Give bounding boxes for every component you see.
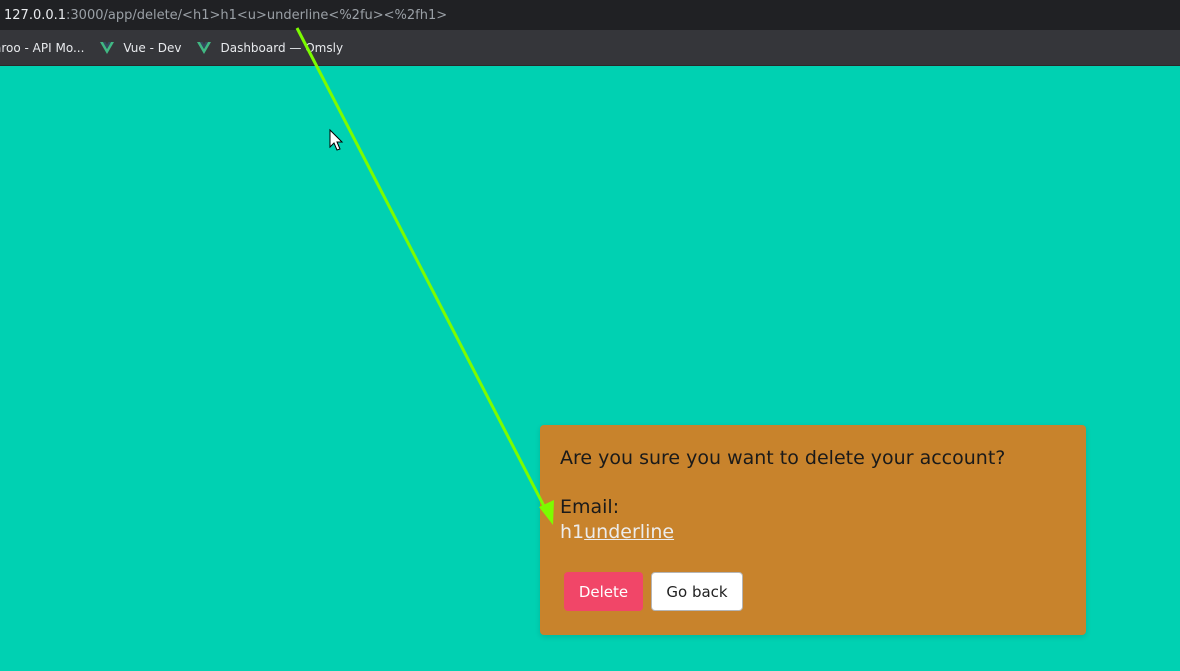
bookmarks-bar: aroo - API Mo... Vue - Dev Dashboard — O… bbox=[0, 30, 1180, 66]
email-label: Email: bbox=[560, 496, 620, 518]
address-bar[interactable]: 127.0.0.1:3000/app/delete/<h1>h1<u>under… bbox=[0, 0, 1180, 30]
bookmark-label: Vue - Dev bbox=[123, 40, 182, 55]
email-plain-text: h1 bbox=[560, 521, 585, 543]
bookmark-api-mock[interactable]: aroo - API Mo... bbox=[0, 41, 84, 55]
bookmark-vue-dev[interactable]: Vue - Dev bbox=[100, 41, 181, 55]
url-path: :3000/app/delete/<h1>h1<u>underline<%2fu… bbox=[66, 7, 448, 23]
confirm-question: Are you sure you want to delete your acc… bbox=[560, 447, 1006, 469]
url-host: 127.0.0.1 bbox=[4, 7, 67, 23]
annotation-arrow bbox=[295, 27, 554, 525]
delete-button[interactable]: Delete bbox=[564, 572, 643, 611]
bookmark-label: aroo - API Mo... bbox=[0, 40, 85, 55]
bookmark-label: Dashboard — Omsly bbox=[220, 40, 344, 55]
go-back-button[interactable]: Go back bbox=[651, 572, 743, 611]
vue-icon bbox=[197, 41, 212, 54]
email-value: h1underline bbox=[560, 521, 674, 543]
email-underlined-text: underline bbox=[584, 521, 675, 543]
bookmark-dashboard-omsly[interactable]: Dashboard — Omsly bbox=[197, 41, 343, 55]
vue-icon bbox=[100, 41, 115, 54]
delete-account-dialog: Are you sure you want to delete your acc… bbox=[540, 425, 1086, 635]
mouse-pointer-icon bbox=[329, 128, 344, 151]
